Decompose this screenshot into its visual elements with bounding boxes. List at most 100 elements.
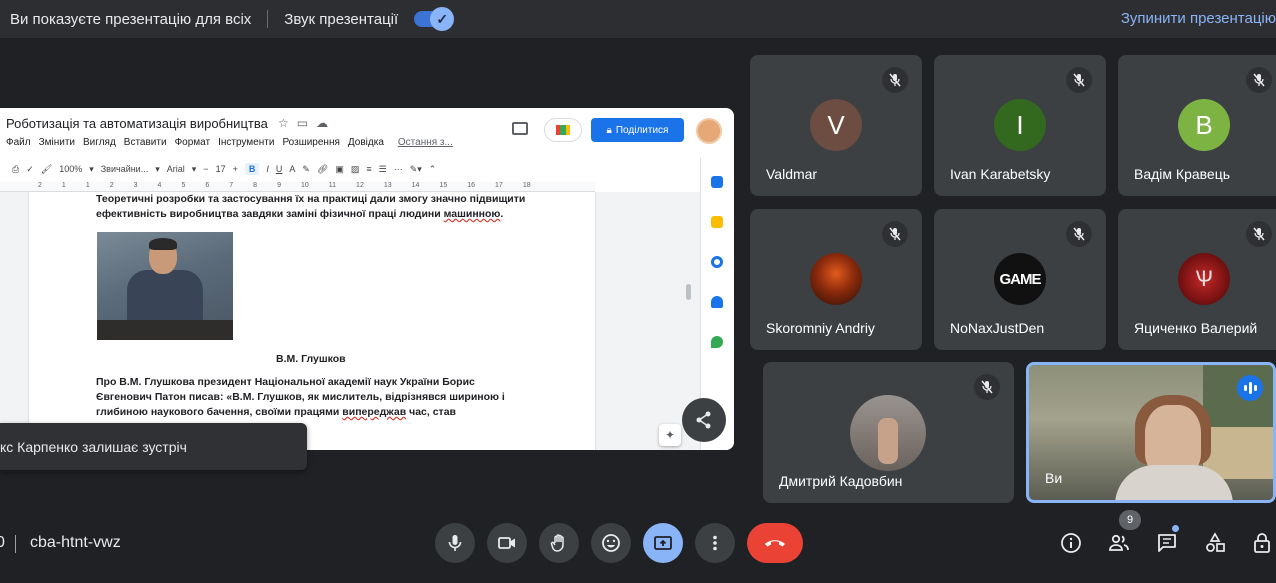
participant-tile[interactable]: GAME NoNaxJustDen xyxy=(934,209,1106,350)
raise-hand-button[interactable] xyxy=(539,523,579,563)
chat-button[interactable] xyxy=(1155,531,1179,555)
presented-document: Роботизація та автоматизація виробництва… xyxy=(0,108,734,450)
ruler-mark: 3 xyxy=(133,182,138,189)
menu-tools[interactable]: Інструменти xyxy=(218,137,274,148)
lock-icon: 🔒︎ xyxy=(606,124,612,136)
meeting-info-button[interactable] xyxy=(1059,531,1083,555)
host-controls-button[interactable] xyxy=(1251,531,1275,555)
stop-presenting-button[interactable]: Зупинити презентацію xyxy=(1121,10,1276,27)
star-icon[interactable]: ☆ xyxy=(278,116,289,130)
avatar xyxy=(850,395,926,471)
mic-off-icon xyxy=(974,374,1000,400)
presentation-sound-label: Звук презентації xyxy=(284,10,399,28)
doc-title-icons: ☆ ▭ ☁ xyxy=(278,116,328,130)
decrease-size-icon[interactable]: − xyxy=(203,164,208,174)
participant-tile[interactable]: Дмитрий Кадовбин xyxy=(763,362,1014,503)
participant-tile[interactable]: V Valdmar xyxy=(750,55,922,196)
doc-title[interactable]: Роботизація та автоматизація виробництва xyxy=(6,116,268,131)
maps-icon[interactable] xyxy=(711,336,723,348)
avatar: Ѱ xyxy=(1178,253,1230,305)
link-icon[interactable]: 🔗︎ xyxy=(317,164,328,175)
collapse-icon[interactable]: ⌃ xyxy=(429,164,437,175)
text-color-icon[interactable]: A xyxy=(289,164,295,174)
presenting-message: Ви показуєте презентацію для всіх xyxy=(10,10,252,28)
participant-name: Ви xyxy=(1045,470,1063,486)
keep-icon[interactable] xyxy=(711,216,723,228)
insert-comment-icon[interactable]: ▣ xyxy=(335,164,344,175)
menu-insert[interactable]: Вставити xyxy=(124,137,167,148)
ruler[interactable]: 2 1 1 2 3 4 5 6 7 8 9 10 11 12 13 14 15 … xyxy=(0,182,595,192)
bold-icon[interactable]: B xyxy=(244,163,260,175)
cloud-icon[interactable]: ☁ xyxy=(316,116,328,130)
glushkov-photo[interactable] xyxy=(97,232,233,340)
editing-mode-icon[interactable]: ✎▾ xyxy=(410,164,422,175)
leave-call-button[interactable] xyxy=(747,523,803,563)
align-icon[interactable]: ≡ xyxy=(366,164,371,174)
paragraph-1[interactable]: Теоретичні розробки та застосування їх н… xyxy=(96,192,526,222)
highlight-icon[interactable]: ✎ xyxy=(302,164,310,175)
camera-button[interactable] xyxy=(487,523,527,563)
clock-fragment: 0 xyxy=(0,534,5,551)
menu-edit[interactable]: Змінити xyxy=(39,137,75,148)
ruler-mark: 5 xyxy=(181,182,186,189)
more-vert-icon xyxy=(713,535,717,551)
menu-help[interactable]: Довідка xyxy=(348,137,384,148)
paint-format-icon[interactable]: 🖌︎ xyxy=(41,164,52,175)
participant-tile[interactable]: В Вадім Кравець xyxy=(1118,55,1276,196)
doc-share-button[interactable]: 🔒︎ Поділитися xyxy=(591,118,684,142)
participant-tile[interactable]: Skoromniy Andriy xyxy=(750,209,922,350)
camera-icon xyxy=(498,537,515,549)
menu-file[interactable]: Файл xyxy=(6,137,31,148)
paragraph-2[interactable]: Про В.М. Глушкова президент Національної… xyxy=(96,375,506,420)
check-icon: ✓ xyxy=(430,7,455,31)
participant-tile[interactable]: Ѱ Яциченко Валерий xyxy=(1118,209,1276,350)
presenting-banner: Ви показуєте презентацію для всіх Звук п… xyxy=(0,0,1276,38)
people-button[interactable] xyxy=(1107,531,1131,555)
contacts-icon[interactable] xyxy=(711,296,723,308)
style-select[interactable]: Звичайни... xyxy=(101,164,148,174)
more-options-button[interactable] xyxy=(695,523,735,563)
last-edit-link[interactable]: Остання з... xyxy=(398,137,453,148)
increase-size-icon[interactable]: + xyxy=(233,164,238,174)
activities-button[interactable] xyxy=(1203,531,1227,555)
font-size-input[interactable]: 17 xyxy=(216,164,226,174)
menu-view[interactable]: Вигляд xyxy=(83,137,116,148)
menu-format[interactable]: Формат xyxy=(175,137,211,148)
doc-scrollbar[interactable] xyxy=(686,284,691,300)
tasks-icon[interactable] xyxy=(711,256,723,268)
spellcheck-icon[interactable]: ✓ xyxy=(26,164,34,175)
folder-icon[interactable]: ▭ xyxy=(297,116,308,130)
self-video-tile[interactable]: Ви xyxy=(1026,362,1276,503)
share-icon[interactable] xyxy=(682,398,726,442)
photo-caption: В.М. Глушков xyxy=(276,353,346,365)
underline-icon[interactable]: U xyxy=(276,164,283,174)
insert-image-icon[interactable]: ▨ xyxy=(351,164,360,175)
line-spacing-icon[interactable]: ☰ xyxy=(379,164,387,175)
more-icon[interactable]: ⋯ xyxy=(394,164,403,175)
participant-tile[interactable]: I Ivan Karabetsky xyxy=(934,55,1106,196)
mic-off-icon xyxy=(1246,67,1272,93)
menu-extensions[interactable]: Розширення xyxy=(282,137,339,148)
print-icon[interactable]: ⎙ xyxy=(12,164,19,175)
zoom-select[interactable]: 100% xyxy=(59,164,82,174)
italic-icon[interactable]: I xyxy=(266,164,269,174)
info-icon xyxy=(1061,533,1081,553)
present-button[interactable] xyxy=(643,523,683,563)
explore-icon[interactable]: ✦ xyxy=(659,424,681,446)
comment-history-icon[interactable] xyxy=(512,122,528,135)
ruler-mark: 1 xyxy=(85,182,90,189)
font-select[interactable]: Arial xyxy=(167,164,185,174)
trident-icon: Ѱ xyxy=(1195,266,1213,291)
ruler-mark: 17 xyxy=(495,182,503,189)
meet-icon[interactable] xyxy=(544,118,582,142)
calendar-icon[interactable] xyxy=(711,176,723,188)
microphone-button[interactable] xyxy=(435,523,475,563)
account-avatar[interactable] xyxy=(696,118,722,144)
avatar: I xyxy=(994,99,1046,151)
ruler-mark: 14 xyxy=(411,182,420,189)
presentation-sound-toggle[interactable]: ✓ xyxy=(414,7,455,31)
ruler-mark: 16 xyxy=(467,182,476,189)
leave-notification-toast: кс Карпенко залишає зустріч xyxy=(0,423,307,470)
divider xyxy=(15,535,16,553)
reactions-button[interactable] xyxy=(591,523,631,563)
